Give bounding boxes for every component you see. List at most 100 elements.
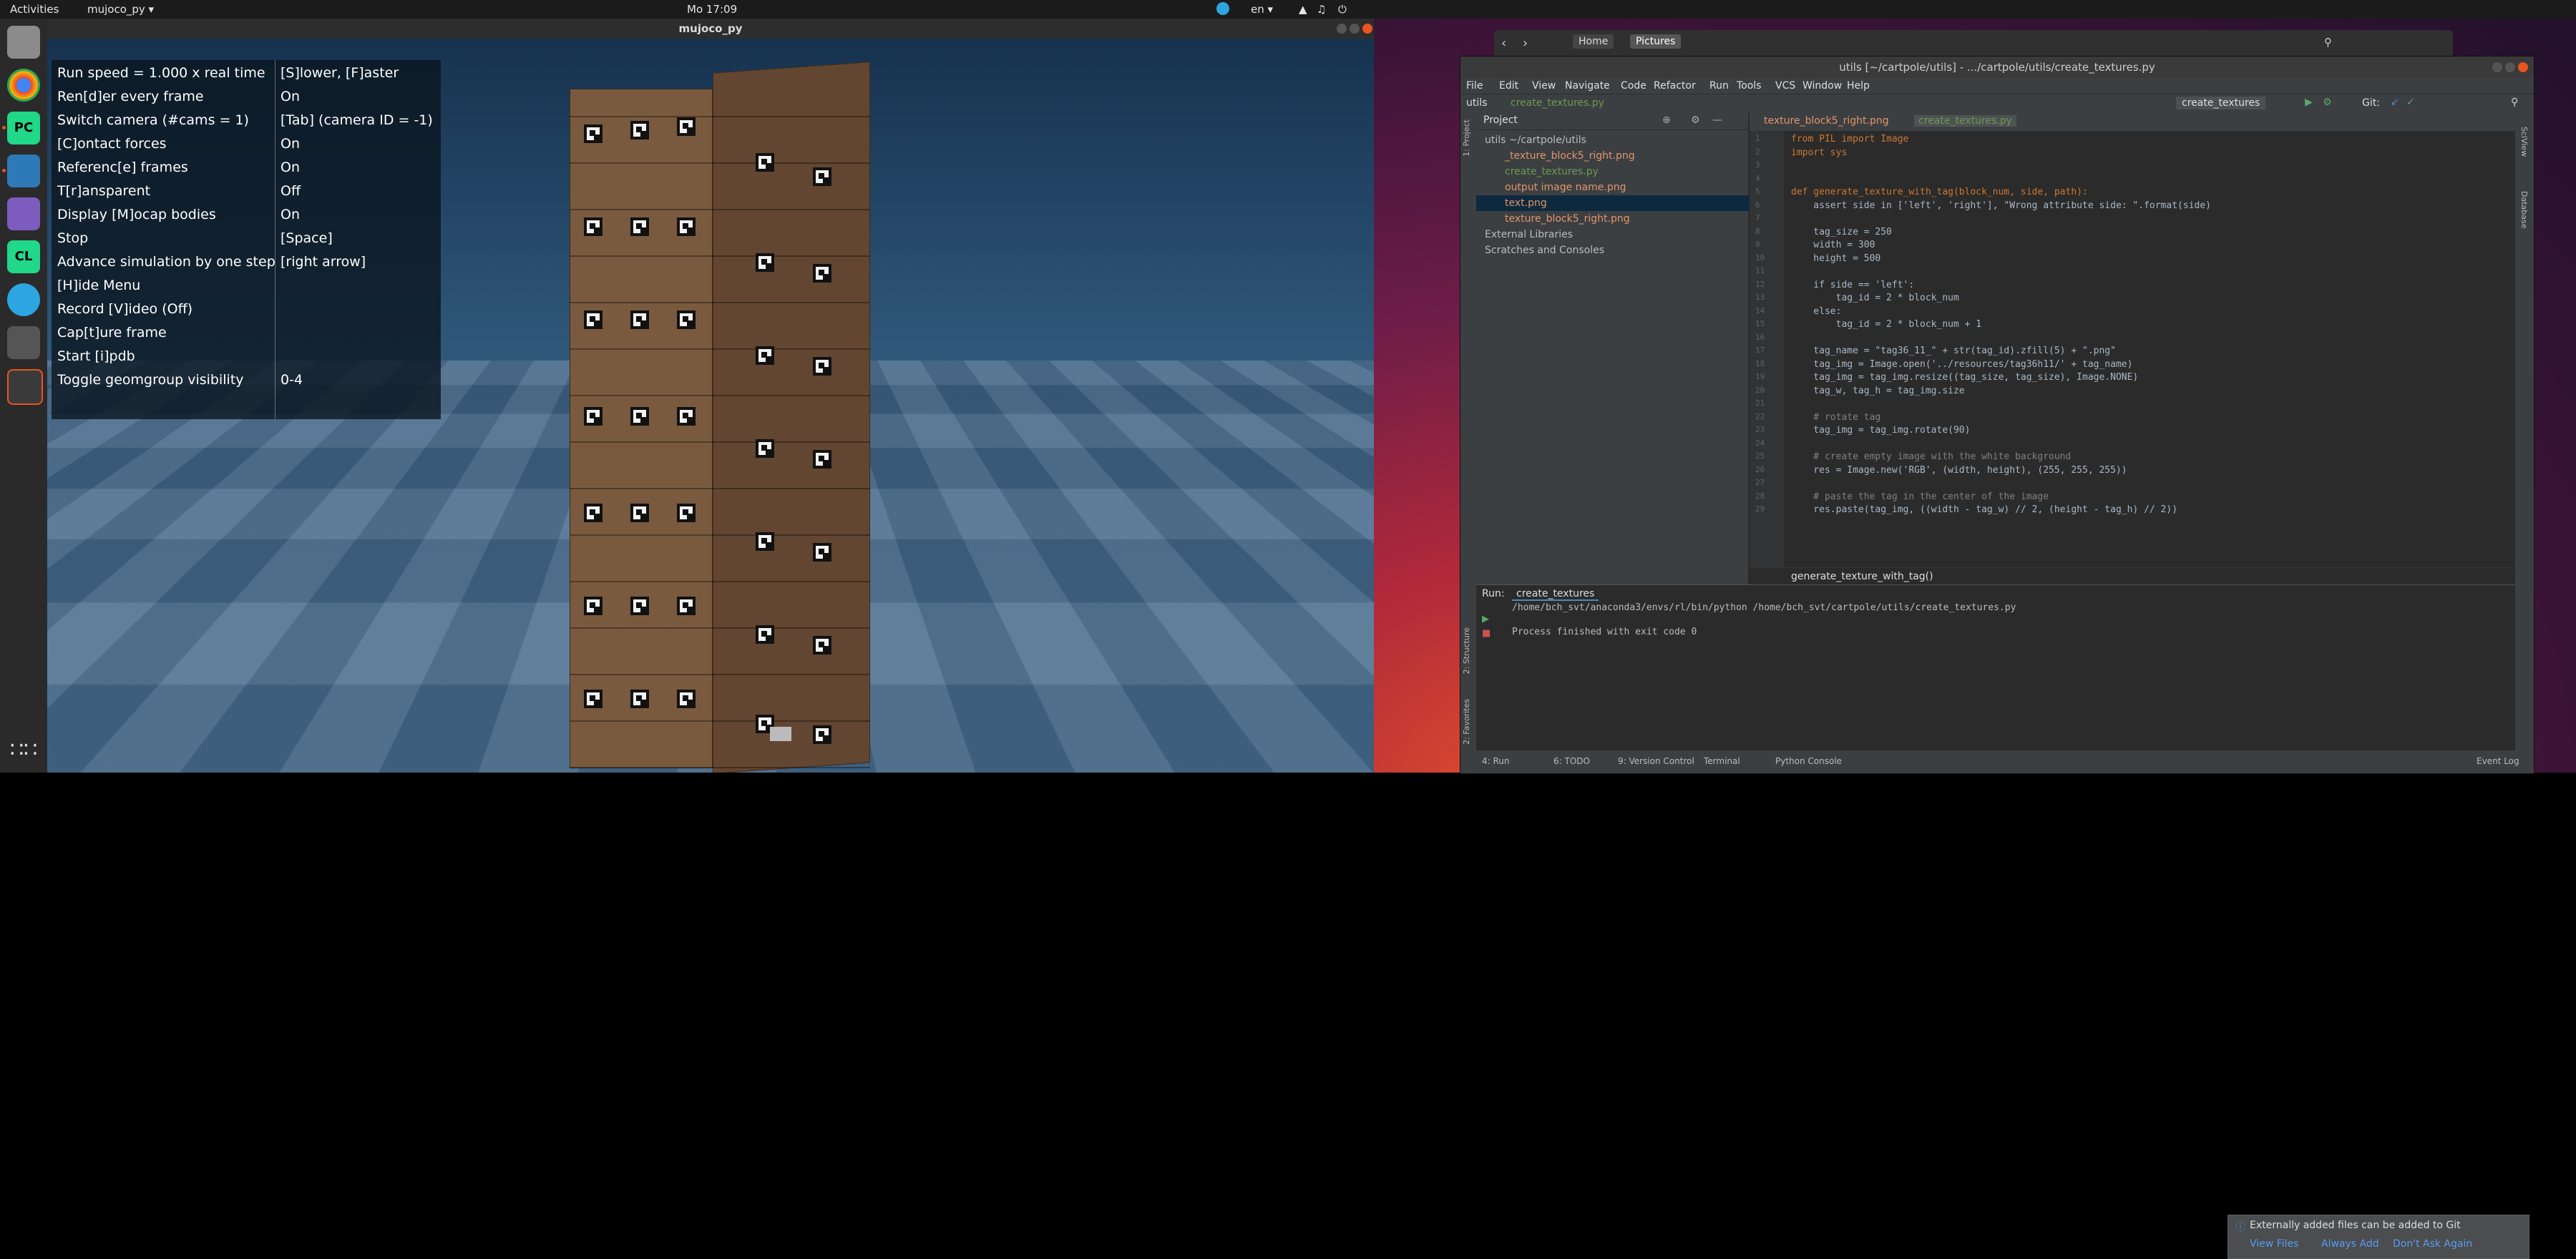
rerun-icon[interactable]: ▶ bbox=[1482, 614, 1489, 624]
code-line[interactable]: res = Image.new('RGB', (width, height), … bbox=[1791, 465, 2127, 476]
git-update-icon[interactable]: ↙ bbox=[2391, 97, 2399, 108]
database-tool-tab[interactable]: Database bbox=[2519, 191, 2529, 229]
search-icon[interactable]: ⚲ bbox=[2324, 36, 2332, 49]
structure-tool-tab[interactable]: 2: Structure bbox=[1462, 627, 1471, 674]
trash-icon[interactable] bbox=[7, 326, 40, 359]
code-line[interactable]: # paste the tag in the center of the ima… bbox=[1791, 491, 2049, 502]
dont-ask-link[interactable]: Don't Ask Again bbox=[2393, 1238, 2472, 1250]
menu-item-tools[interactable]: Tools bbox=[1737, 80, 1762, 92]
bottom-tool-tab[interactable]: Event Log bbox=[2477, 756, 2519, 766]
mujoco-app-icon[interactable] bbox=[7, 155, 40, 187]
menu-item-help[interactable]: Help bbox=[1847, 80, 1870, 92]
run-tab[interactable]: create_textures bbox=[1512, 588, 1599, 601]
clion-icon[interactable]: CL bbox=[7, 240, 40, 273]
search-icon[interactable]: ⚲ bbox=[2511, 97, 2518, 108]
run-icon[interactable]: ▶ bbox=[2305, 97, 2313, 108]
favorites-tool-tab[interactable]: 2: Favorites bbox=[1462, 699, 1471, 745]
code-line[interactable]: tag_id = 2 * block_num + 1 bbox=[1791, 319, 1982, 330]
project-tree-item[interactable]: External Libraries bbox=[1485, 227, 1573, 243]
view-files-link[interactable]: View Files bbox=[2250, 1238, 2298, 1250]
close-button[interactable] bbox=[2518, 62, 2528, 72]
menu-item-window[interactable]: Window bbox=[1802, 80, 1842, 92]
menu-item-run[interactable]: Run bbox=[1709, 80, 1729, 92]
bottom-tool-tab[interactable]: 4: Run bbox=[1482, 756, 1510, 766]
maximize-button[interactable] bbox=[2505, 62, 2515, 72]
project-tree-item[interactable]: _texture_block5_right.png bbox=[1505, 148, 1635, 164]
nav-file[interactable]: create_textures.py bbox=[1511, 97, 1604, 109]
files-icon[interactable] bbox=[7, 26, 40, 59]
language-indicator[interactable]: en ▾ bbox=[1251, 3, 1273, 16]
code-editor[interactable]: texture_block5_right.png create_textures… bbox=[1750, 112, 2515, 585]
pictures-crumb[interactable]: Pictures bbox=[1630, 34, 1682, 49]
code-line[interactable]: width = 300 bbox=[1791, 240, 1875, 250]
code-line[interactable]: assert side in ['left', 'right'], "Wrong… bbox=[1791, 200, 2211, 211]
project-tool-tab[interactable]: 1: Project bbox=[1462, 119, 1471, 157]
code-line[interactable]: tag_img = tag_img.resize((tag_size, tag_… bbox=[1791, 372, 2138, 383]
maximize-button[interactable] bbox=[1350, 24, 1360, 34]
app-menu[interactable]: mujoco_py ▾ bbox=[87, 3, 154, 16]
code-line[interactable]: def generate_texture_with_tag(block_num,… bbox=[1791, 187, 2088, 197]
home-crumb[interactable]: Home bbox=[1573, 34, 1614, 49]
sciview-tool-tab[interactable]: SciView bbox=[2519, 127, 2529, 157]
telegram-tray-icon[interactable] bbox=[1216, 2, 1229, 15]
project-tree-item[interactable]: text.png bbox=[1476, 195, 1777, 211]
project-tree-item[interactable]: utils ~/cartpole/utils bbox=[1485, 132, 1586, 148]
breadcrumb-function[interactable]: generate_texture_with_tag() bbox=[1791, 571, 1933, 582]
clock[interactable]: Mo 17:09 bbox=[687, 3, 737, 16]
run-config-select[interactable]: create_textures bbox=[2176, 97, 2266, 109]
project-tree-item[interactable]: create_textures.py bbox=[1505, 164, 1599, 180]
network-icon[interactable]: ▲ bbox=[1299, 3, 1307, 16]
close-button[interactable] bbox=[1362, 24, 1372, 34]
tab-texture-png[interactable]: texture_block5_right.png bbox=[1764, 115, 1889, 127]
code-line[interactable]: from PIL import Image bbox=[1791, 134, 1908, 144]
project-tree-item[interactable]: output image name.png bbox=[1505, 180, 1626, 195]
code-line[interactable]: else: bbox=[1791, 306, 1841, 317]
simulation-viewport[interactable]: Run speed = 1.000 x real time [S]lower, [… bbox=[47, 39, 1374, 773]
power-icon[interactable]: ⏻ bbox=[1338, 3, 1347, 16]
code-line[interactable]: tag_w, tag_h = tag_img.size bbox=[1791, 386, 1964, 396]
back-icon[interactable]: ‹ bbox=[1501, 36, 1506, 51]
git-commit-icon[interactable]: ✓ bbox=[2406, 97, 2415, 108]
minimize-button[interactable] bbox=[2492, 62, 2502, 72]
minimize-button[interactable] bbox=[1337, 24, 1347, 34]
debug-icon[interactable]: ⚙ bbox=[2323, 97, 2332, 108]
project-tree-item[interactable]: Scratches and Consoles bbox=[1485, 243, 1604, 258]
project-dropdown[interactable]: Project bbox=[1483, 114, 1518, 126]
code-line[interactable]: tag_img = Image.open('../resources/tag36… bbox=[1791, 359, 2132, 370]
bottom-tool-tab[interactable]: 9: Version Control bbox=[1618, 756, 1694, 766]
menu-item-code[interactable]: Code bbox=[1621, 80, 1646, 92]
menu-item-refactor[interactable]: Refactor bbox=[1654, 80, 1696, 92]
chrome-icon[interactable] bbox=[7, 69, 40, 102]
project-tree-item[interactable]: texture_block5_right.png bbox=[1505, 211, 1630, 227]
code-line[interactable]: import sys bbox=[1791, 147, 1847, 158]
menu-item-file[interactable]: File bbox=[1466, 80, 1483, 92]
code-line[interactable]: tag_img = tag_img.rotate(90) bbox=[1791, 425, 1970, 436]
bottom-tool-tab[interactable]: Python Console bbox=[1775, 756, 1842, 766]
tab-create-textures[interactable]: create_textures.py bbox=[1914, 115, 2016, 127]
code-line[interactable]: res.paste(tag_img, ((width - tag_w) // 2… bbox=[1791, 504, 2177, 515]
nav-folder[interactable]: utils bbox=[1466, 97, 1487, 109]
code-line[interactable]: height = 500 bbox=[1791, 253, 1880, 264]
hide-icon[interactable]: — bbox=[1712, 114, 1722, 126]
menu-item-view[interactable]: View bbox=[1532, 80, 1556, 92]
telegram-icon[interactable] bbox=[7, 283, 40, 316]
code-line[interactable]: # rotate tag bbox=[1791, 412, 1880, 423]
stop-icon[interactable]: ■ bbox=[1482, 628, 1491, 639]
locate-icon[interactable]: ⊕ bbox=[1662, 114, 1671, 126]
bottom-tool-tab[interactable]: 6: TODO bbox=[1553, 756, 1590, 766]
code-line[interactable]: tag_name = "tag36_11_" + str(tag_id).zfi… bbox=[1791, 346, 2116, 356]
gear-icon[interactable]: ⚙ bbox=[1691, 114, 1700, 126]
code-line[interactable]: if side == 'left': bbox=[1791, 280, 1914, 290]
activities-button[interactable]: Activities bbox=[10, 3, 59, 16]
forward-icon[interactable]: › bbox=[1523, 36, 1528, 51]
screenshot-app-icon[interactable] bbox=[7, 369, 43, 405]
show-apps-icon[interactable]: ∷∷ bbox=[7, 734, 40, 767]
menu-item-vcs[interactable]: VCS bbox=[1775, 80, 1795, 92]
menu-item-navigate[interactable]: Navigate bbox=[1565, 80, 1610, 92]
bottom-tool-tab[interactable]: Terminal bbox=[1704, 756, 1740, 766]
code-line[interactable]: tag_id = 2 * block_num bbox=[1791, 293, 1959, 303]
app-icon[interactable] bbox=[7, 197, 40, 230]
menu-item-edit[interactable]: Edit bbox=[1499, 80, 1518, 92]
volume-icon[interactable]: ♫ bbox=[1317, 3, 1326, 16]
always-add-link[interactable]: Always Add bbox=[2321, 1238, 2379, 1250]
